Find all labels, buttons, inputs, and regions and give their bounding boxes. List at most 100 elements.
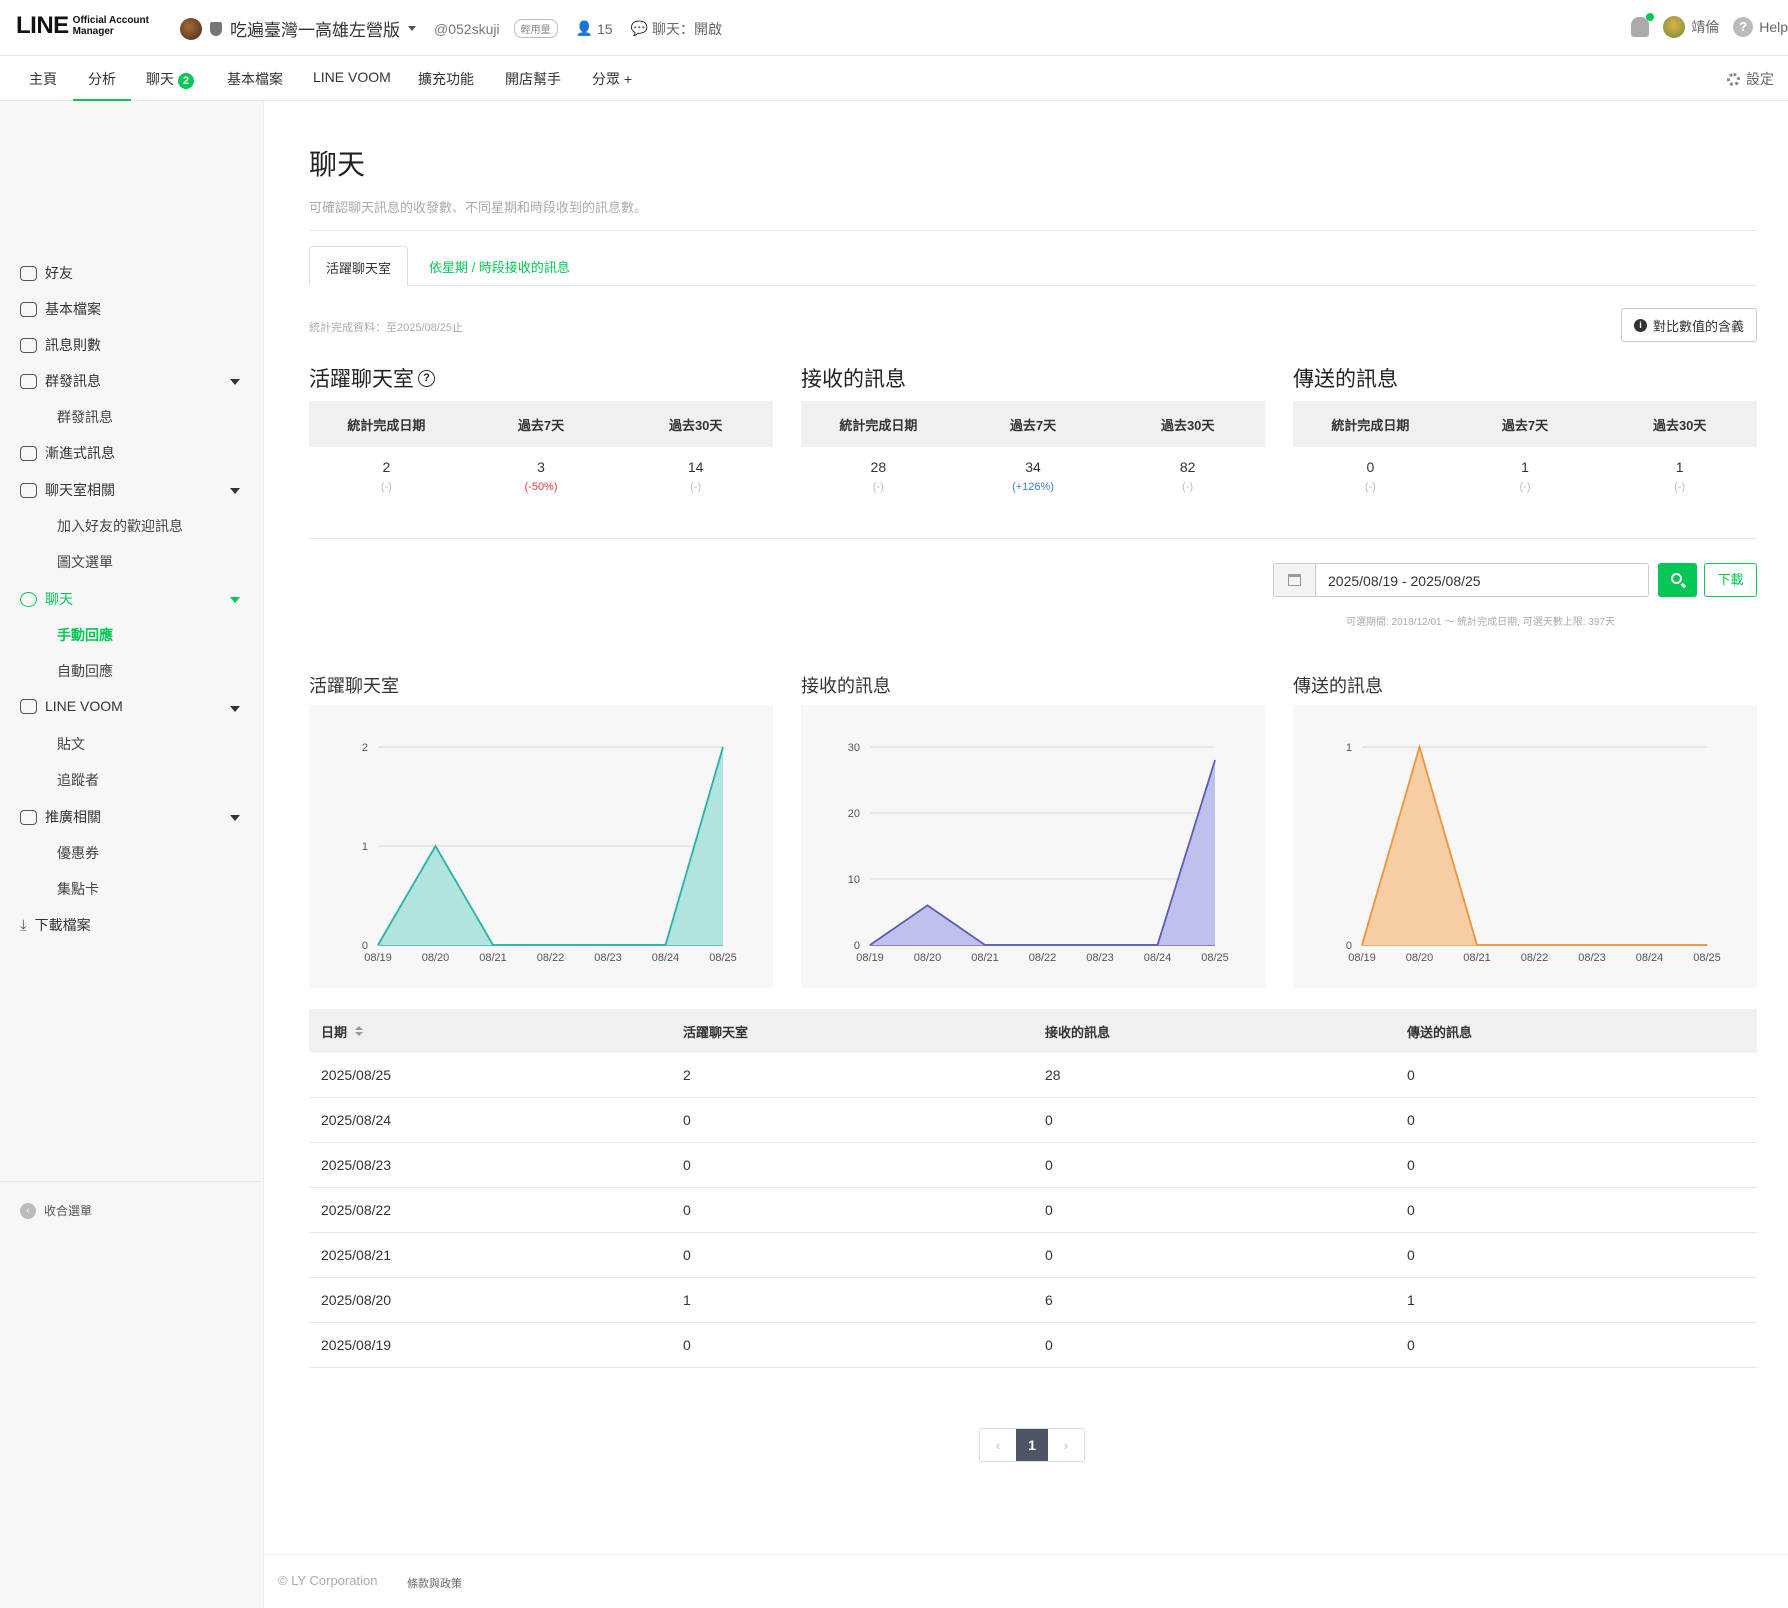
logo-sub-line2: Manager bbox=[72, 26, 114, 37]
date-range-picker[interactable]: 2025/08/19 - 2025/08/25 bbox=[1273, 563, 1649, 597]
x-tick-label: 08/22 bbox=[1521, 952, 1549, 964]
table-cell: 2025/08/23 bbox=[321, 1157, 392, 1173]
sidebar-item-promotion[interactable]: 推廣相關 bbox=[20, 807, 101, 827]
sidebar-item-chatroom[interactable]: 聊天室相關 bbox=[20, 480, 115, 500]
user-menu[interactable]: 靖倫 bbox=[1663, 16, 1719, 38]
shop-icon bbox=[20, 809, 37, 825]
sidebar-item-friends[interactable]: 好友 bbox=[20, 263, 73, 283]
summary-value: 1 bbox=[1521, 459, 1529, 475]
settings-link[interactable]: 設定 bbox=[1727, 69, 1774, 89]
prev-page-button[interactable]: ‹ bbox=[980, 1429, 1016, 1461]
line-oa-logo[interactable]: LINE Official Account Manager bbox=[16, 12, 149, 40]
summary-title: 活躍聊天室? bbox=[309, 363, 773, 393]
chevron-down-icon[interactable] bbox=[230, 815, 240, 821]
sidebar-item-step-messages[interactable]: 漸進式訊息 bbox=[20, 443, 115, 463]
summary-diff: (-) bbox=[1674, 481, 1686, 493]
calendar-button[interactable] bbox=[1274, 564, 1316, 596]
summary-col: 過去30天 bbox=[1652, 417, 1707, 433]
series-area bbox=[870, 760, 1215, 945]
table-header: 日期 活躍聊天室 接收的訊息 傳送的訊息 bbox=[309, 1009, 1757, 1053]
account-id: @052skuji bbox=[434, 20, 500, 37]
collapse-label: 收合選單 bbox=[44, 1204, 93, 1218]
sidebar-item-download[interactable]: ⤓ 下載檔案 bbox=[20, 915, 91, 935]
copyright: © LY Corporation bbox=[278, 1573, 378, 1588]
sidebar-item-profile[interactable]: 基本檔案 bbox=[20, 299, 101, 319]
sidebar-item-line-voom[interactable]: LINE VOOM bbox=[20, 698, 123, 714]
nav-home[interactable]: 主頁 bbox=[29, 69, 57, 89]
shield-icon bbox=[210, 21, 222, 36]
account-switcher[interactable]: 吃遍臺灣一高雄左營版 @052skuji 輕用量 👤 15 💬 聊天：開啟 bbox=[180, 16, 722, 41]
notification-dot bbox=[1646, 13, 1655, 21]
sidebar-item-greeting[interactable]: 加入好友的歡迎訊息 bbox=[57, 516, 183, 536]
chat-status: 💬 聊天：開啟 bbox=[631, 19, 722, 39]
chevron-down-icon[interactable] bbox=[408, 26, 416, 31]
column-header-date[interactable]: 日期 bbox=[309, 1022, 671, 1041]
sidebar-item-followers[interactable]: 追蹤者 bbox=[57, 770, 99, 790]
sidebar-item-chat[interactable]: 聊天 bbox=[20, 589, 73, 609]
nav-extensions[interactable]: 擴充功能 bbox=[418, 69, 474, 89]
account-name[interactable]: 吃遍臺灣一高雄左營版 bbox=[230, 16, 400, 41]
sidebar-item-rich-menu[interactable]: 圖文選單 bbox=[57, 552, 113, 572]
chevron-down-icon[interactable] bbox=[230, 597, 240, 603]
x-tick-label: 08/19 bbox=[1348, 952, 1376, 964]
chatroom-icon bbox=[20, 482, 37, 498]
compare-meaning-button[interactable]: i 對比數值的含義 bbox=[1620, 308, 1757, 342]
sort-icon[interactable] bbox=[355, 1025, 364, 1036]
x-tick-label: 08/21 bbox=[971, 952, 999, 964]
tab-by-weekday-hour[interactable]: 依星期 / 時段接收的訊息 bbox=[413, 246, 586, 286]
sidebar-item-label: 聊天 bbox=[45, 591, 73, 607]
summary-diff: (-) bbox=[1519, 481, 1531, 493]
next-page-button[interactable]: › bbox=[1048, 1429, 1084, 1461]
download-button[interactable]: 下載 bbox=[1704, 563, 1757, 597]
nav-line-voom[interactable]: LINE VOOM bbox=[313, 69, 391, 85]
collapse-menu-button[interactable]: ‹ 收合選單 bbox=[20, 1202, 92, 1219]
nav-analytics[interactable]: 分析 bbox=[73, 69, 131, 102]
sidebar-item-reward-card[interactable]: 集點卡 bbox=[57, 879, 99, 899]
chart-title: 傳送的訊息 bbox=[1293, 676, 1383, 696]
chat-unread-badge: 2 bbox=[178, 73, 195, 89]
help-link[interactable]: ? Help bbox=[1733, 17, 1788, 37]
table-cell: 0 bbox=[1045, 1337, 1053, 1353]
bell-icon[interactable] bbox=[1631, 13, 1655, 37]
x-tick-label: 08/24 bbox=[1144, 952, 1172, 964]
calendar-icon bbox=[1288, 574, 1301, 586]
date-range-input[interactable]: 2025/08/19 - 2025/08/25 bbox=[1316, 564, 1493, 596]
chevron-down-icon[interactable] bbox=[230, 488, 240, 494]
question-icon[interactable]: ? bbox=[418, 369, 435, 387]
table-cell: 0 bbox=[683, 1337, 691, 1353]
table-row: 2025/08/24 0 0 0 bbox=[309, 1098, 1757, 1143]
summary-diff: (-50%) bbox=[524, 481, 558, 493]
terms-link[interactable]: 條款與政策 bbox=[407, 1575, 462, 1591]
nav-segments[interactable]: 分眾 + bbox=[592, 69, 632, 89]
chart-svg: 0 1 2 08/19 08/20 08/21 08/22 08/23 08/24 08/25 bbox=[362, 742, 737, 964]
logo-sub-line1: Official Account bbox=[72, 15, 149, 26]
x-tick-label: 08/22 bbox=[1029, 952, 1057, 964]
table-cell: 0 bbox=[683, 1202, 691, 1218]
page-button-current[interactable]: 1 bbox=[1016, 1429, 1048, 1461]
friends-count-value: 15 bbox=[597, 20, 613, 37]
table-row: 2025/08/21 0 0 0 bbox=[309, 1233, 1757, 1278]
sidebar-item-message-count[interactable]: 訊息則數 bbox=[20, 335, 101, 355]
nav-shop-helper[interactable]: 開店幫手 bbox=[505, 69, 561, 89]
summary-diff: (-) bbox=[1364, 481, 1376, 493]
nav-chat[interactable]: 聊天 2 bbox=[146, 69, 195, 89]
sidebar-item-broadcast[interactable]: 群發訊息 bbox=[20, 371, 101, 391]
sidebar-item-broadcast-sub[interactable]: 群發訊息 bbox=[57, 407, 113, 427]
tab-active-chatrooms[interactable]: 活躍聊天室 bbox=[309, 246, 409, 286]
compare-label: 對比數值的含義 bbox=[1652, 318, 1744, 334]
table-cell: 2025/08/19 bbox=[321, 1337, 392, 1353]
chevron-down-icon[interactable] bbox=[230, 706, 240, 712]
chevron-down-icon[interactable] bbox=[230, 379, 240, 385]
sidebar-item-manual-reply[interactable]: 手動回應 bbox=[57, 625, 113, 645]
sidebar-item-auto-reply[interactable]: 自動回應 bbox=[57, 661, 113, 681]
table-row: 2025/08/19 0 0 0 bbox=[309, 1323, 1757, 1368]
nav-profile[interactable]: 基本檔案 bbox=[227, 69, 283, 89]
sidebar-item-label: LINE VOOM bbox=[45, 698, 123, 714]
search-button[interactable] bbox=[1658, 563, 1697, 597]
x-tick-label: 08/19 bbox=[856, 952, 884, 964]
sidebar-item-posts[interactable]: 貼文 bbox=[57, 734, 85, 754]
sidebar-item-coupons[interactable]: 優惠券 bbox=[57, 843, 99, 863]
nav-chat-label: 聊天 bbox=[146, 71, 174, 87]
table-cell: 2025/08/21 bbox=[321, 1247, 392, 1263]
table-cell: 0 bbox=[1045, 1112, 1053, 1128]
